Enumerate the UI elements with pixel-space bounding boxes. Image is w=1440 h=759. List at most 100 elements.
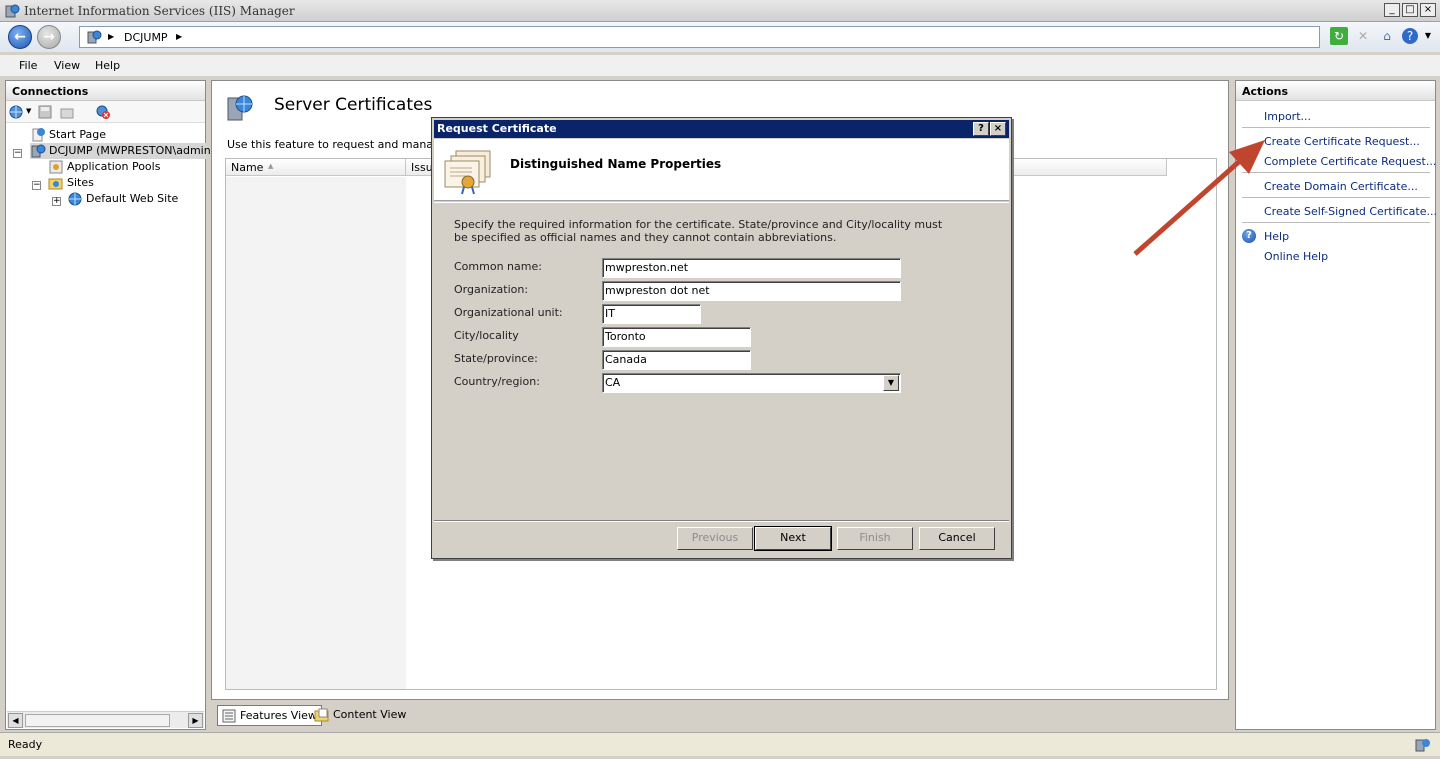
grid-column-shade <box>226 177 406 689</box>
breadcrumb-server[interactable]: DCJUMP <box>124 31 168 44</box>
connections-toolbar: ▼ <box>6 101 205 123</box>
dialog-body: Specify the required information for the… <box>434 202 1009 520</box>
actions-header: Actions <box>1236 81 1435 101</box>
server-globe-icon <box>87 30 102 44</box>
scroll-left-icon[interactable]: ◀ <box>8 713 23 728</box>
cancel-button[interactable]: Cancel <box>919 527 995 550</box>
refresh-icon[interactable]: ↻ <box>1330 27 1348 45</box>
collapse-toggle[interactable]: − <box>32 181 41 190</box>
tab-label: Features View <box>240 709 317 722</box>
connect-globe-icon[interactable] <box>9 104 25 120</box>
org-unit-label: Organizational unit: <box>454 306 563 319</box>
certificate-icon <box>444 150 491 195</box>
maximize-button[interactable]: □ <box>1402 3 1418 17</box>
column-label: Name <box>231 161 264 174</box>
close-window-button[interactable]: × <box>1420 3 1436 17</box>
disconnect-icon[interactable] <box>95 104 111 120</box>
home-icon[interactable]: ⌂ <box>1378 27 1396 45</box>
back-button[interactable]: ← <box>8 25 32 49</box>
breadcrumb-arrow-icon[interactable]: ▶ <box>108 32 114 41</box>
dialog-close-button[interactable]: × <box>990 122 1006 136</box>
address-box[interactable]: ▶ DCJUMP ▶ <box>79 26 1320 48</box>
action-import[interactable]: Import... <box>1264 110 1311 123</box>
chevron-down-icon[interactable]: ▼ <box>26 107 31 115</box>
column-header-name[interactable]: Name ▲ <box>226 159 406 176</box>
save-icon[interactable] <box>37 104 53 120</box>
state-field[interactable]: Canada <box>602 350 751 370</box>
organization-label: Organization: <box>454 283 529 296</box>
start-page-icon <box>32 128 45 142</box>
tree-item-application-pools[interactable]: Application Pools <box>48 159 160 175</box>
help-menu-icon[interactable]: ? <box>1402 28 1418 44</box>
dialog-header: Distinguished Name Properties <box>434 139 1009 201</box>
chevron-down-icon[interactable]: ▼ <box>883 375 899 391</box>
breadcrumb-arrow-icon[interactable]: ▶ <box>176 32 182 41</box>
action-complete-certificate-request[interactable]: Complete Certificate Request... <box>1264 155 1436 168</box>
status-text: Ready <box>8 738 43 751</box>
address-bar-region: ← → ▶ DCJUMP ▶ ↻ ✕ ⌂ ? ▼ <box>0 22 1440 52</box>
menu-file[interactable]: File <box>19 59 37 72</box>
sites-folder-icon <box>48 178 63 190</box>
tree-item-sites[interactable]: Sites <box>48 175 94 191</box>
tree-item-start-page[interactable]: Start Page <box>30 127 106 143</box>
connections-scrollbar[interactable]: ◀ ▶ <box>7 711 204 728</box>
application-pools-icon <box>49 160 63 174</box>
connections-pane: Connections ▼ Start Page − DCJUMP (MWPRE… <box>5 80 228 730</box>
dialog-title: Request Certificate <box>437 122 557 135</box>
org-unit-field[interactable]: IT <box>602 304 701 324</box>
content-view-icon <box>314 708 329 722</box>
previous-button[interactable]: Previous <box>677 527 753 550</box>
view-tabs: Features View Content View <box>211 703 1229 729</box>
tree-item-default-web-site[interactable]: Default Web Site <box>67 191 178 207</box>
menu-view[interactable]: View <box>54 59 80 72</box>
country-select[interactable]: CA ▼ <box>602 373 901 393</box>
tree-item-server[interactable]: DCJUMP (MWPRESTON\administr <box>30 143 228 159</box>
menu-help[interactable]: Help <box>95 59 120 72</box>
back-arrow-icon: ← <box>14 29 26 45</box>
stop-icon[interactable]: ✕ <box>1354 27 1372 45</box>
tab-label: Content View <box>333 708 407 721</box>
column-header-issued[interactable]: Issu <box>406 159 433 176</box>
window-titlebar: Internet Information Services (IIS) Mana… <box>0 0 1440 22</box>
city-field[interactable]: Toronto <box>602 327 751 347</box>
minimize-button[interactable]: _ <box>1384 3 1400 17</box>
finish-button[interactable]: Finish <box>837 527 913 550</box>
tab-content-view[interactable]: Content View <box>311 705 410 726</box>
action-create-certificate-request[interactable]: Create Certificate Request... <box>1264 135 1420 148</box>
country-label: Country/region: <box>454 375 540 388</box>
collapse-toggle[interactable]: − <box>13 149 22 158</box>
dialog-titlebar: Request Certificate ? × <box>434 120 1009 138</box>
action-create-self-signed-certificate[interactable]: Create Self-Signed Certificate... <box>1264 205 1437 218</box>
dialog-description: Specify the required information for the… <box>454 218 943 244</box>
dialog-help-button[interactable]: ? <box>973 122 989 136</box>
globe-icon <box>68 192 82 206</box>
server-certificates-icon <box>227 95 253 121</box>
feature-description: Use this feature to request and manage c… <box>227 138 464 151</box>
scroll-right-icon[interactable]: ▶ <box>188 713 203 728</box>
state-label: State/province: <box>454 352 538 365</box>
common-name-field[interactable]: mwpreston.net <box>602 258 901 278</box>
sort-ascending-icon: ▲ <box>268 162 274 170</box>
action-create-domain-certificate[interactable]: Create Domain Certificate... <box>1264 180 1418 193</box>
tree-label: Default Web Site <box>86 192 179 205</box>
dialog-heading: Distinguished Name Properties <box>510 157 722 171</box>
iis-app-icon <box>5 4 20 18</box>
expand-toggle[interactable]: + <box>52 197 61 206</box>
common-name-label: Common name: <box>454 260 542 273</box>
country-value: CA <box>605 376 621 389</box>
window-title: Internet Information Services (IIS) Mana… <box>24 4 295 18</box>
status-bar: Ready <box>0 732 1440 756</box>
tree-label: DCJUMP (MWPRESTON\administr <box>49 144 229 157</box>
column-label: Issu <box>411 161 433 174</box>
forward-button[interactable]: → <box>37 25 61 49</box>
next-button[interactable]: Next <box>754 526 832 551</box>
organization-field[interactable]: mwpreston dot net <box>602 281 901 301</box>
request-certificate-dialog: Request Certificate ? × Distinguished Na… <box>431 117 1012 559</box>
chevron-down-icon[interactable]: ▼ <box>1424 27 1432 45</box>
connections-header: Connections <box>6 81 205 101</box>
page-title: Server Certificates <box>274 95 433 115</box>
up-folder-icon[interactable] <box>59 104 75 120</box>
tree-label: Sites <box>67 176 94 189</box>
scroll-thumb[interactable] <box>25 714 170 727</box>
tab-features-view[interactable]: Features View <box>217 705 322 726</box>
